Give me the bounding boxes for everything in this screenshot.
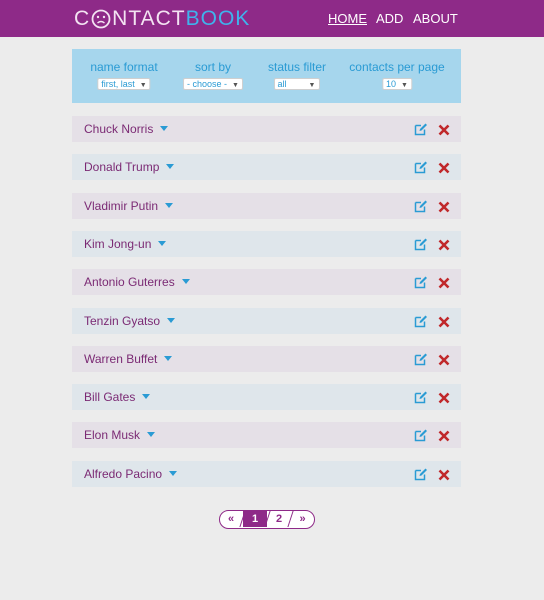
- contact-name[interactable]: Warren Buffet: [84, 352, 173, 366]
- contact-name[interactable]: Vladimir Putin: [84, 199, 174, 213]
- edit-icon[interactable]: [414, 314, 428, 328]
- delete-icon[interactable]: [438, 468, 450, 481]
- caret-down-icon[interactable]: [147, 432, 156, 437]
- contact-row: Tenzin Gyatso: [72, 308, 461, 334]
- filter-panel: name format first, last ▼ sort by - choos…: [72, 49, 461, 103]
- logo[interactable]: C NTACT BOOK: [74, 6, 250, 32]
- name-format-select[interactable]: first, last ▼: [97, 78, 151, 90]
- edit-icon[interactable]: [414, 237, 428, 251]
- edit-icon[interactable]: [414, 160, 428, 174]
- delete-icon[interactable]: [438, 161, 450, 174]
- contact-row: Chuck Norris: [72, 116, 461, 142]
- delete-icon[interactable]: [438, 123, 450, 136]
- next-page-button[interactable]: »: [291, 511, 314, 527]
- contact-row: Antonio Guterres: [72, 269, 461, 295]
- prev-page-button[interactable]: «: [220, 511, 242, 527]
- logo-suffix: BOOK: [185, 7, 251, 30]
- nav-home-link[interactable]: HOME: [328, 11, 367, 27]
- edit-icon[interactable]: [414, 390, 428, 404]
- contact-name[interactable]: Bill Gates: [84, 390, 151, 404]
- app-header: C NTACT BOOK HOME ADD ABOUT: [0, 0, 544, 37]
- caret-down-icon[interactable]: [169, 471, 178, 476]
- contact-name[interactable]: Donald Trump: [84, 160, 175, 174]
- delete-icon[interactable]: [438, 391, 450, 404]
- edit-icon[interactable]: [414, 467, 428, 481]
- contacts-per-page-select[interactable]: 10 ▼: [382, 78, 412, 90]
- chevron-down-icon: ▼: [308, 82, 316, 89]
- caret-down-icon[interactable]: [181, 279, 190, 284]
- status-filter: status filter all ▼: [268, 60, 326, 92]
- contact-row: Elon Musk: [72, 422, 461, 448]
- delete-icon[interactable]: [438, 276, 450, 289]
- nav-add-link[interactable]: ADD: [376, 11, 403, 27]
- contact-name[interactable]: Antonio Guterres: [84, 275, 190, 289]
- logo-middle: NTACT: [112, 7, 186, 30]
- contact-name[interactable]: Chuck Norris: [84, 122, 169, 136]
- contacts-per-page-filter: contacts per page 10 ▼: [349, 60, 445, 92]
- caret-down-icon[interactable]: [160, 126, 169, 131]
- status-filter-label: status filter: [267, 60, 327, 74]
- name-format-filter: name format first, last ▼: [90, 60, 158, 92]
- caret-down-icon[interactable]: [158, 241, 167, 246]
- nav-about-link[interactable]: ABOUT: [413, 11, 458, 27]
- contacts-per-page-label: contacts per page: [349, 60, 445, 74]
- edit-icon[interactable]: [414, 122, 428, 136]
- page-2-button[interactable]: 2: [268, 511, 290, 527]
- chevron-down-icon: ▼: [401, 82, 408, 89]
- delete-icon[interactable]: [438, 429, 450, 442]
- status-filter-select[interactable]: all ▼: [273, 78, 321, 90]
- status-filter-value: all: [277, 79, 287, 89]
- contact-row: Alfredo Pacino: [72, 461, 461, 487]
- contact-row: Donald Trump: [72, 154, 461, 180]
- name-format-label: name format: [90, 60, 158, 74]
- delete-icon[interactable]: [438, 238, 450, 251]
- logo-prefix: C: [74, 7, 91, 30]
- name-format-value: first, last: [101, 79, 135, 89]
- delete-icon[interactable]: [438, 353, 450, 366]
- contact-name[interactable]: Alfredo Pacino: [84, 467, 178, 481]
- pagination: « 1 2 »: [219, 510, 315, 529]
- contact-row: Kim Jong-un: [72, 231, 461, 257]
- caret-down-icon[interactable]: [165, 203, 174, 208]
- caret-down-icon[interactable]: [166, 164, 175, 169]
- caret-down-icon[interactable]: [164, 356, 173, 361]
- delete-icon[interactable]: [438, 200, 450, 213]
- chevron-down-icon: ▼: [232, 82, 239, 89]
- contact-row: Vladimir Putin: [72, 193, 461, 219]
- smiley-face-icon: [91, 9, 111, 29]
- sort-by-select[interactable]: - choose - ▼: [183, 78, 243, 90]
- contact-name[interactable]: Kim Jong-un: [84, 237, 167, 251]
- sort-by-value: - choose -: [187, 79, 228, 89]
- contact-name[interactable]: Elon Musk: [84, 428, 156, 442]
- caret-down-icon[interactable]: [142, 394, 151, 399]
- edit-icon[interactable]: [414, 428, 428, 442]
- contact-name[interactable]: Tenzin Gyatso: [84, 314, 176, 328]
- contact-row: Bill Gates: [72, 384, 461, 410]
- contact-row: Warren Buffet: [72, 346, 461, 372]
- contacts-per-page-value: 10: [386, 79, 397, 89]
- edit-icon[interactable]: [414, 352, 428, 366]
- edit-icon[interactable]: [414, 199, 428, 213]
- sort-by-filter: sort by - choose - ▼: [183, 60, 243, 92]
- delete-icon[interactable]: [438, 315, 450, 328]
- caret-down-icon[interactable]: [167, 318, 176, 323]
- sort-by-label: sort by: [194, 60, 231, 74]
- page-1-button[interactable]: 1: [243, 511, 267, 527]
- chevron-down-icon: ▼: [139, 82, 147, 89]
- edit-icon[interactable]: [414, 275, 428, 289]
